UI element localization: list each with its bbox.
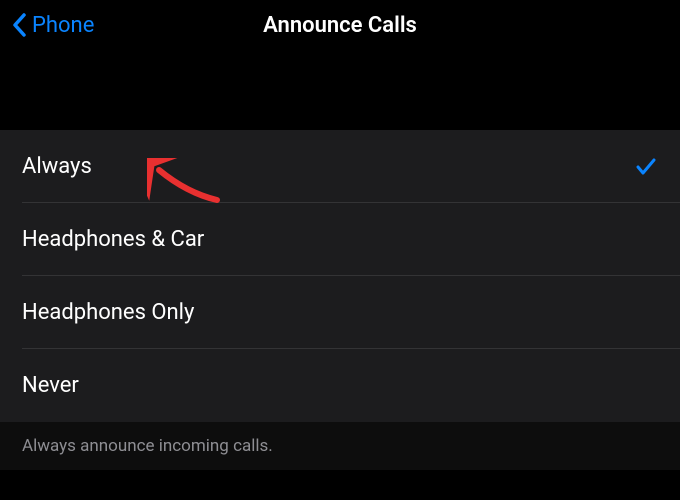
option-headphones-car[interactable]: Headphones & Car — [0, 203, 680, 276]
option-label: Headphones Only — [22, 300, 194, 325]
option-label: Headphones & Car — [22, 227, 204, 252]
section-spacer — [0, 50, 680, 130]
option-label: Always — [22, 154, 92, 179]
navigation-bar: Phone Announce Calls — [0, 0, 680, 50]
footer-description: Always announce incoming calls. — [22, 436, 658, 456]
chevron-left-icon — [12, 13, 26, 37]
options-list: Always Headphones & Car Headphones Only … — [0, 130, 680, 422]
option-headphones-only[interactable]: Headphones Only — [0, 276, 680, 349]
option-label: Never — [22, 373, 79, 398]
checkmark-icon — [634, 155, 658, 179]
option-always[interactable]: Always — [0, 130, 680, 203]
back-label: Phone — [32, 13, 94, 38]
back-button[interactable]: Phone — [12, 13, 94, 38]
page-title: Announce Calls — [263, 13, 417, 38]
option-never[interactable]: Never — [0, 349, 680, 422]
footer-section: Always announce incoming calls. — [0, 422, 680, 470]
